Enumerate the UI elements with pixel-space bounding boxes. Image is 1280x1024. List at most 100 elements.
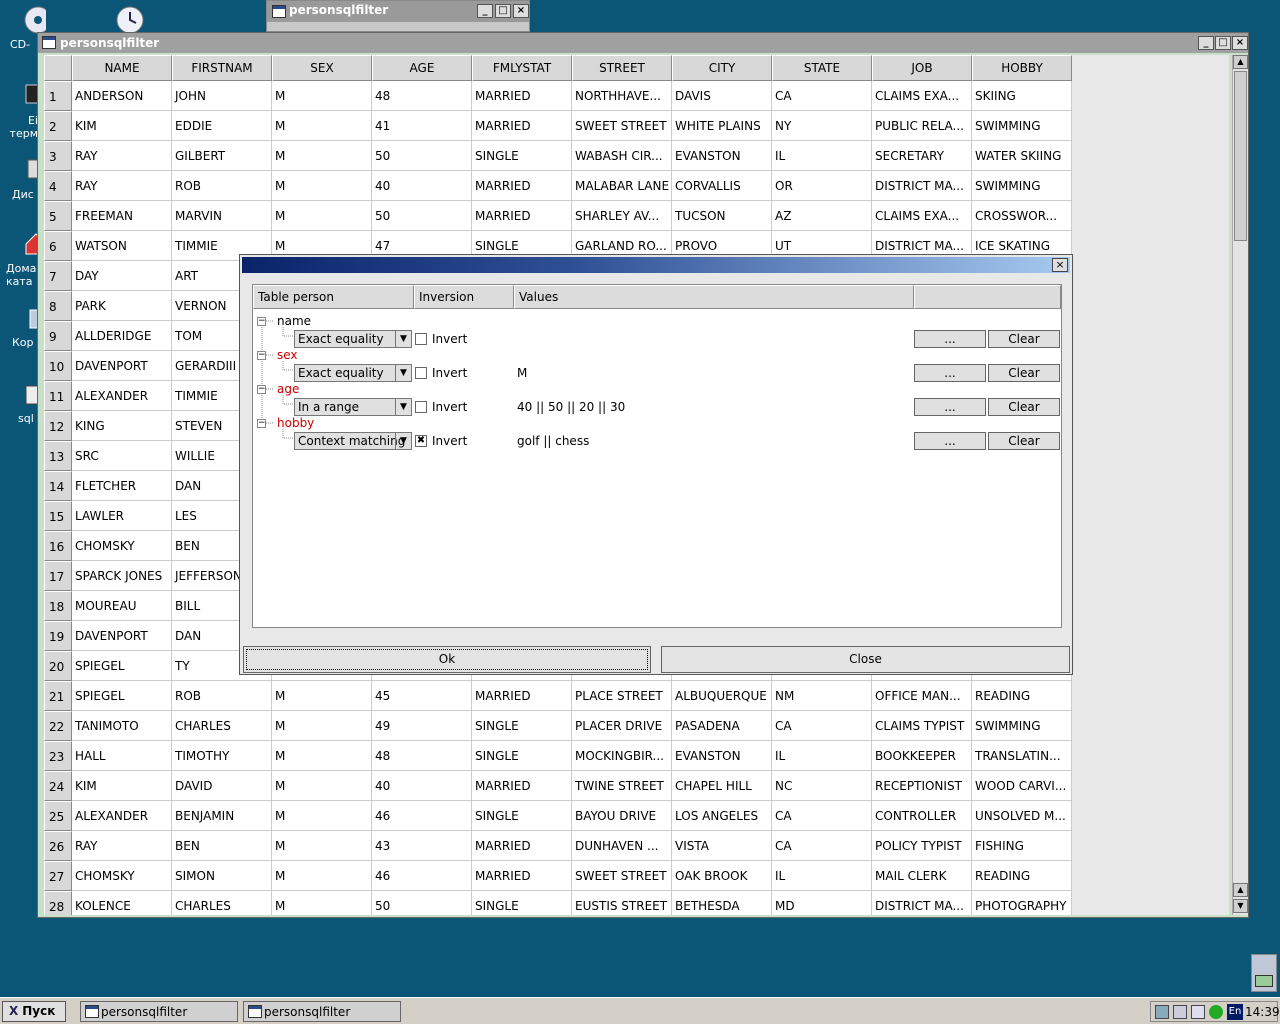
table-cell[interactable]: OFFICE MAN... xyxy=(872,681,972,711)
table-cell[interactable]: WOOD CARVI... xyxy=(972,771,1072,801)
table-cell[interactable]: READING xyxy=(972,681,1072,711)
row-number[interactable]: 24 xyxy=(44,771,72,801)
power-icon[interactable] xyxy=(1209,1005,1223,1019)
table-cell[interactable]: SINGLE xyxy=(472,891,572,915)
match-mode-select[interactable]: Exact equality ▼ xyxy=(294,364,412,382)
filter-field-age[interactable]: age xyxy=(277,382,299,396)
table-cell[interactable]: BOOKKEEPER xyxy=(872,741,972,771)
column-header-sex[interactable]: SEX xyxy=(272,55,372,81)
table-cell[interactable]: MARRIED xyxy=(472,831,572,861)
minimize-button[interactable]: _ xyxy=(477,4,493,18)
table-cell[interactable]: MARRIED xyxy=(472,111,572,141)
row-number[interactable]: 18 xyxy=(44,591,72,621)
table-cell[interactable]: PLACE STREET xyxy=(572,681,672,711)
row-number[interactable]: 2 xyxy=(44,111,72,141)
table-cell[interactable]: NY xyxy=(772,111,872,141)
table-cell[interactable]: M xyxy=(272,831,372,861)
table-cell[interactable]: CA xyxy=(772,801,872,831)
table-cell[interactable]: CHARLES xyxy=(172,891,272,915)
table-cell[interactable]: FREEMAN xyxy=(72,201,172,231)
table-cell[interactable]: SIMON xyxy=(172,861,272,891)
table-cell[interactable]: NM xyxy=(772,681,872,711)
keyboard-icon[interactable] xyxy=(1191,1005,1205,1019)
table-cell[interactable]: SINGLE xyxy=(472,741,572,771)
table-cell[interactable]: HALL xyxy=(72,741,172,771)
edit-values-button[interactable]: ... xyxy=(914,398,986,416)
table-cell[interactable]: RAY xyxy=(72,831,172,861)
table-cell[interactable]: 45 xyxy=(372,681,472,711)
collapse-toggle-icon[interactable]: − xyxy=(257,419,266,428)
edit-values-button[interactable]: ... xyxy=(914,364,986,382)
maximize-button[interactable]: □ xyxy=(495,4,511,18)
column-header-job[interactable]: JOB xyxy=(872,55,972,81)
table-cell[interactable]: MOCKINGBIR... xyxy=(572,741,672,771)
table-cell[interactable]: WATER SKIING xyxy=(972,141,1072,171)
filter-dialog[interactable]: × Table person Inversion Values name − Exa… xyxy=(239,254,1073,675)
table-cell[interactable]: DAVID xyxy=(172,771,272,801)
table-cell[interactable]: CORVALLIS xyxy=(672,171,772,201)
home-folder-icon[interactable]: Дома ката xyxy=(4,230,38,292)
column-header-firstnam[interactable]: FIRSTNAM xyxy=(172,55,272,81)
table-cell[interactable]: WATSON xyxy=(72,231,172,261)
table-cell[interactable]: KIM xyxy=(72,111,172,141)
table-cell[interactable]: EDDIE xyxy=(172,111,272,141)
row-number[interactable]: 21 xyxy=(44,681,72,711)
table-cell[interactable]: SWEET STREET xyxy=(572,111,672,141)
taskbar-item[interactable]: personsqlfilter xyxy=(80,1001,238,1022)
dropdown-arrow-icon[interactable]: ▼ xyxy=(395,365,411,381)
table-cell[interactable]: SPIEGEL xyxy=(72,651,172,681)
table-cell[interactable]: LAWLER xyxy=(72,501,172,531)
column-header-state[interactable]: STATE xyxy=(772,55,872,81)
table-cell[interactable]: 41 xyxy=(372,111,472,141)
table-cell[interactable]: KOLENCE xyxy=(72,891,172,915)
scroll-up-button[interactable]: ▲ xyxy=(1233,55,1248,69)
table-cell[interactable]: DISTRICT MA... xyxy=(872,891,972,915)
table-cell[interactable]: ANDERSON xyxy=(72,81,172,111)
table-cell[interactable]: DAY xyxy=(72,261,172,291)
minimize-button[interactable]: _ xyxy=(1198,36,1214,50)
edit-values-button[interactable]: ... xyxy=(914,432,986,450)
table-cell[interactable]: RAY xyxy=(72,171,172,201)
table-row[interactable]: 4 RAY ROB M 40 MARRIED MALABAR LANE CORVALLIS OR… xyxy=(44,171,1074,201)
vertical-scrollbar[interactable]: ▲ ▲ ▼ xyxy=(1232,55,1248,915)
table-cell[interactable]: CA xyxy=(772,81,872,111)
table-cell[interactable]: CHARLES xyxy=(172,711,272,741)
table-cell[interactable]: ROB xyxy=(172,171,272,201)
table-cell[interactable]: MD xyxy=(772,891,872,915)
table-cell[interactable]: PARK xyxy=(72,291,172,321)
clear-button[interactable]: Clear xyxy=(988,432,1060,450)
clear-button[interactable]: Clear xyxy=(988,398,1060,416)
row-number[interactable]: 11 xyxy=(44,381,72,411)
dropdown-arrow-icon[interactable]: ▼ xyxy=(395,399,411,415)
table-cell[interactable]: SWEET STREET xyxy=(572,861,672,891)
row-number[interactable]: 16 xyxy=(44,531,72,561)
table-cell[interactable]: SPIEGEL xyxy=(72,681,172,711)
table-cell[interactable]: CLAIMS EXA... xyxy=(872,201,972,231)
table-cell[interactable]: MARRIED xyxy=(472,861,572,891)
table-cell[interactable]: VISTA xyxy=(672,831,772,861)
table-cell[interactable]: MOUREAU xyxy=(72,591,172,621)
table-cell[interactable]: M xyxy=(272,141,372,171)
table-row[interactable]: 22 TANIMOTO CHARLES M 49 SINGLE PLACER DRIVE PA… xyxy=(44,711,1074,741)
table-cell[interactable]: KIM xyxy=(72,771,172,801)
sql-app-icon[interactable]: sql xyxy=(16,382,38,428)
collapse-toggle-icon[interactable]: − xyxy=(257,385,266,394)
table-cell[interactable]: M xyxy=(272,81,372,111)
row-number[interactable]: 23 xyxy=(44,741,72,771)
scrollbar-thumb[interactable] xyxy=(1234,71,1247,241)
column-header-city[interactable]: CITY xyxy=(672,55,772,81)
table-cell[interactable]: PUBLIC RELA... xyxy=(872,111,972,141)
table-cell[interactable]: MARRIED xyxy=(472,771,572,801)
table-cell[interactable]: SWIMMING xyxy=(972,111,1072,141)
table-cell[interactable]: IL xyxy=(772,861,872,891)
column-header-inversion[interactable]: Inversion xyxy=(414,285,514,309)
table-cell[interactable]: SECRETARY xyxy=(872,141,972,171)
table-cell[interactable]: M xyxy=(272,801,372,831)
table-cell[interactable]: MAIL CLERK xyxy=(872,861,972,891)
table-cell[interactable]: WABASH CIR... xyxy=(572,141,672,171)
ok-button[interactable]: Ok xyxy=(243,646,651,673)
table-row[interactable]: 28 KOLENCE CHARLES M 50 SINGLE EUSTIS STREET BE… xyxy=(44,891,1074,915)
table-cell[interactable]: JOHN xyxy=(172,81,272,111)
table-cell[interactable]: DISTRICT MA... xyxy=(872,171,972,201)
row-number[interactable]: 15 xyxy=(44,501,72,531)
